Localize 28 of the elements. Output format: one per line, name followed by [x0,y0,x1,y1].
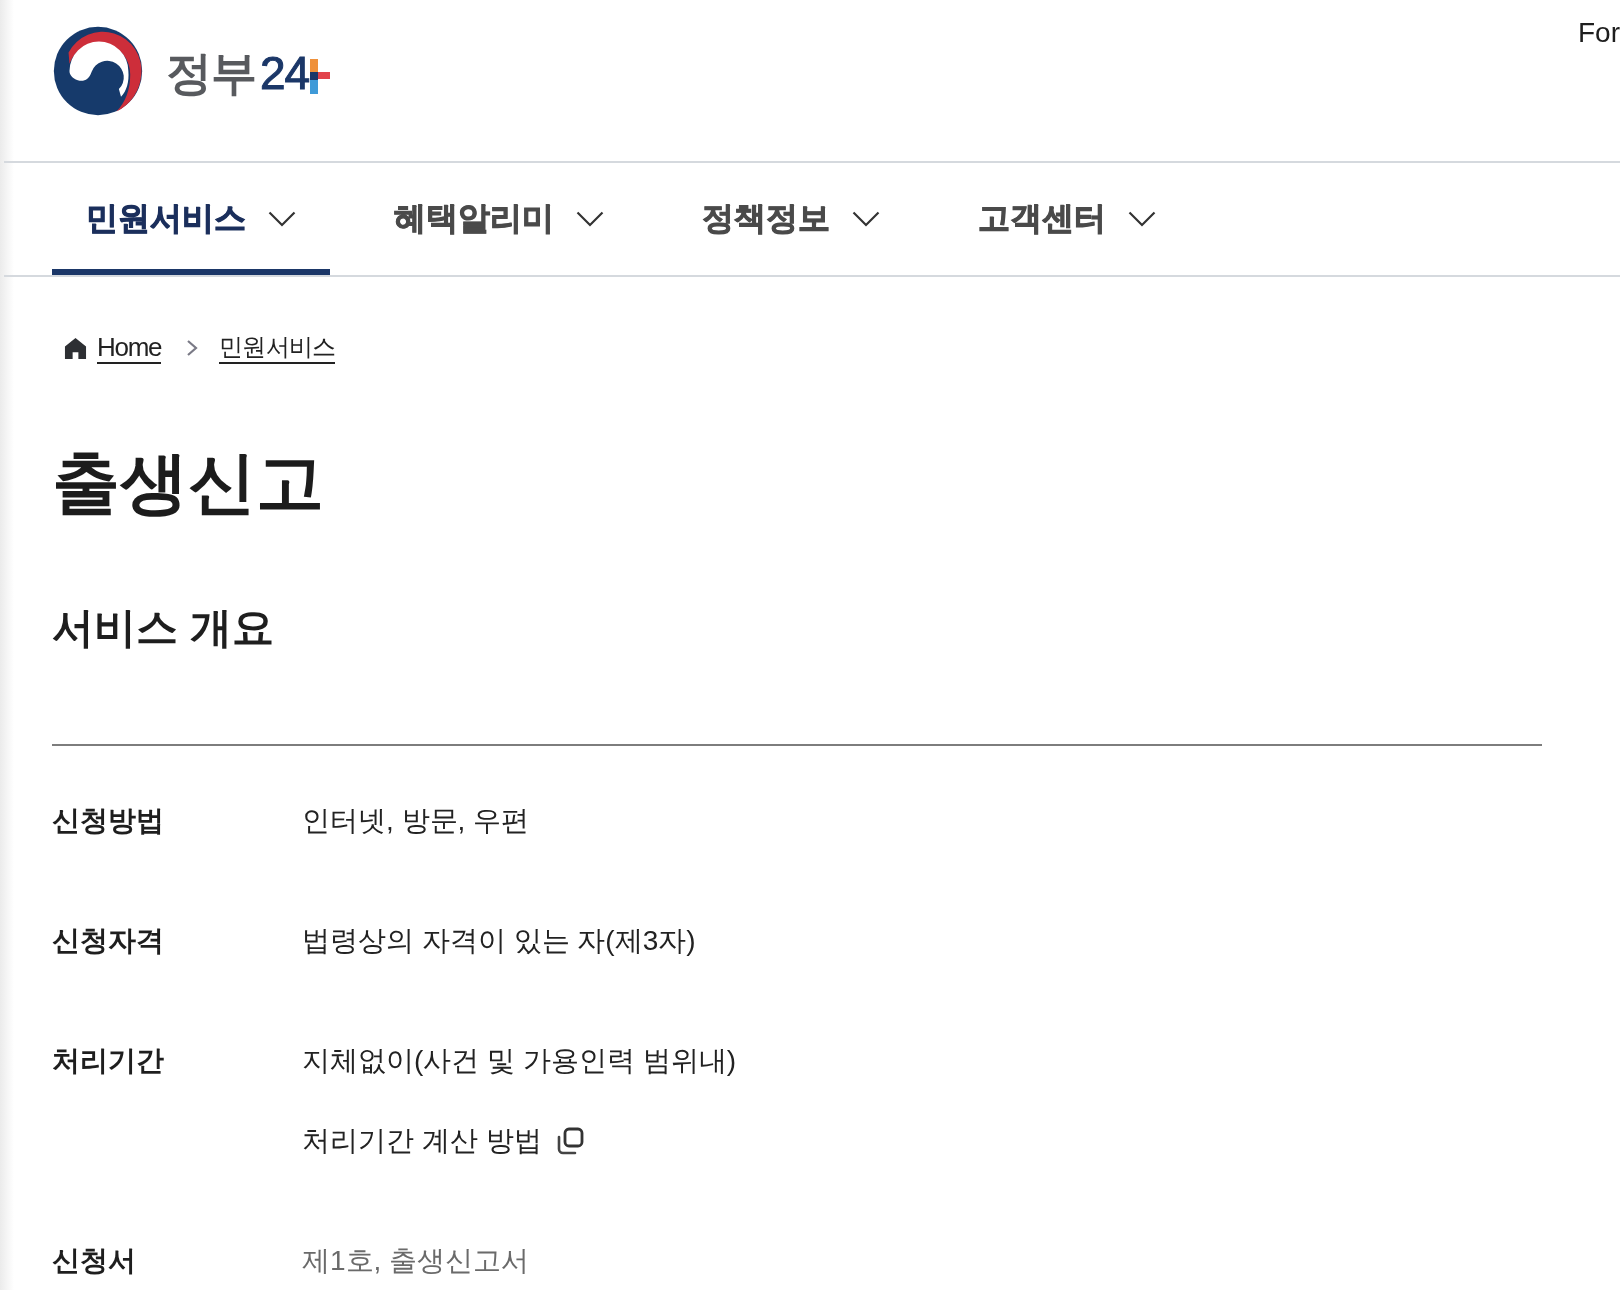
chevron-right-icon [186,339,199,357]
chevron-down-icon [268,211,296,227]
chevron-down-icon [852,211,880,227]
detail-label: 신청자격 [52,924,165,958]
header-link[interactable]: For [1578,16,1620,50]
detail-label: 처리기간 [52,1044,165,1078]
plus-icon [310,58,331,94]
home-icon [64,336,87,360]
page-title: 출생신고 [52,443,325,522]
breadcrumb-link[interactable]: 민원서비스 [219,332,336,364]
nav-tab[interactable]: 민원서비스 [52,163,330,275]
detail-value: 인터넷, 방문, 우편 [302,804,530,838]
detail-value: 제1호, 출생신고서 [302,1244,530,1278]
detail-value: 법령상의 자격이 있는 자(제3자) [302,924,696,958]
detail-value: 지체없이(사건 및 가용인력 범위내) [302,1044,736,1078]
popup-link[interactable]: 처리기간 계산 방법 [302,1121,736,1161]
logo-wordmark: 정부24 [166,46,310,100]
breadcrumb-link[interactable]: Home [97,332,162,364]
home-logo-link[interactable]: 정부24 [52,25,331,117]
detail-label: 신청서 [52,1244,137,1278]
nav-tab[interactable]: 정책정보 [668,163,914,275]
nav-tab[interactable]: 고객센터 [944,163,1190,275]
detail-label: 신청방법 [52,804,165,838]
chevron-down-icon [576,211,604,227]
nav-tab[interactable]: 혜택알리미 [360,163,638,275]
section-title: 서비스 개요 [52,603,275,653]
chevron-down-icon [1128,211,1156,227]
emblem-icon [52,25,144,117]
